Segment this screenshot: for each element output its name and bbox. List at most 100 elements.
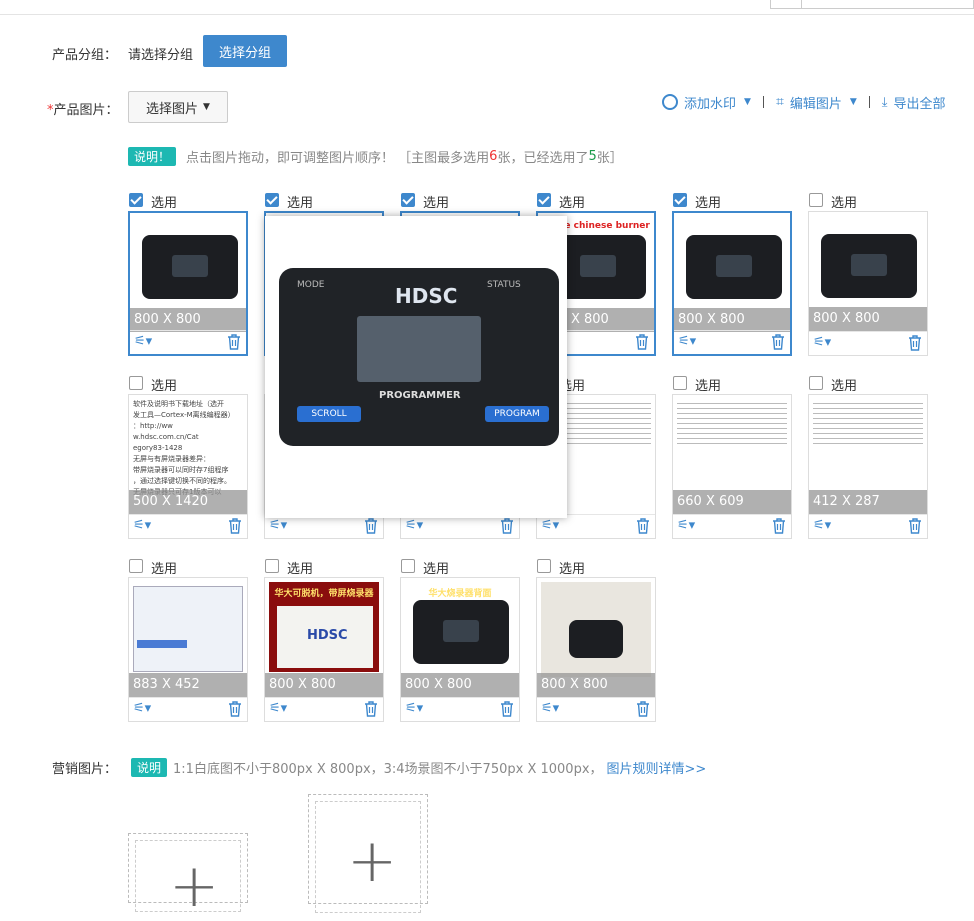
image-rules-link[interactable]: 图片规则详情>>: [607, 758, 707, 777]
select-label: 选用: [559, 562, 586, 577]
magic-wand-icon[interactable]: ⚟▾: [133, 701, 151, 716]
select-label: 选用: [831, 379, 858, 394]
image-thumbnail[interactable]: 800 X 800 ⚟▾: [128, 211, 248, 356]
thumbnail-actions: ⚟▾: [673, 514, 791, 538]
marketing-text: 1:1白底图不小于800px X 800px，3:4场景图不小于750px X …: [173, 762, 603, 777]
thumbnail-actions: ⚟▾: [674, 330, 790, 354]
magic-wand-icon[interactable]: ⚟▾: [405, 518, 423, 533]
select-label: 选用: [287, 562, 314, 577]
select-checkbox[interactable]: [129, 193, 143, 207]
export-all-button[interactable]: 导出全部: [894, 93, 946, 112]
image-dimensions: 800 X 800: [401, 673, 519, 697]
trash-icon[interactable]: [771, 334, 785, 350]
product-photo: [813, 216, 923, 306]
image-thumbnail[interactable]: 883 X 452 ⚟▾: [128, 577, 248, 722]
doc-line: 带屏烧录器可以同时存7组程序: [133, 466, 229, 474]
select-images-button[interactable]: 选择图片 ▼: [128, 91, 228, 123]
select-label: 选用: [831, 196, 858, 211]
image-dimensions: 660 X 609: [673, 490, 791, 514]
add-scene-image-button[interactable]: +: [308, 794, 428, 913]
device-status-label: STATUS: [487, 280, 521, 290]
trash-icon[interactable]: [635, 334, 649, 350]
magic-wand-icon[interactable]: ⚟▾: [269, 701, 287, 716]
doc-line: egory83-1428: [133, 444, 183, 452]
doc-line: ，通过选择键切换不同的程序。: [133, 477, 231, 485]
magic-wand-icon[interactable]: ⚟▾: [813, 335, 831, 350]
magic-wand-icon[interactable]: ⚟▾: [677, 518, 695, 533]
image-toolbar: 添加水印 ▼ ⌗ 编辑图片 ▼ ⤓ 导出全部: [662, 92, 946, 112]
image-thumbnail[interactable]: HDSC 华大可脱机，带屏烧录器 800 X 800 ⚟▾: [264, 577, 384, 722]
magic-wand-icon[interactable]: ⚟▾: [405, 701, 423, 716]
crop-icon: ⌗: [775, 94, 784, 110]
image-thumbnail[interactable]: 软件及说明书下载地址（选开 发工具—Cortex-M离线编程器） ：http://w…: [128, 394, 248, 539]
edit-image-button[interactable]: 编辑图片: [790, 93, 842, 112]
image-thumbnail[interactable]: 412 X 287 ⚟▾: [808, 394, 928, 539]
trash-icon[interactable]: [500, 701, 514, 717]
device-programmer-label: PROGRAMMER: [379, 390, 461, 401]
select-checkbox[interactable]: [401, 559, 415, 573]
select-checkbox[interactable]: [265, 193, 279, 207]
trash-icon[interactable]: [772, 518, 786, 534]
top-search-box[interactable]: [770, 0, 974, 9]
select-checkbox[interactable]: [673, 193, 687, 207]
hint-max: 6: [489, 149, 498, 164]
trash-icon[interactable]: [908, 335, 922, 351]
magic-wand-icon[interactable]: ⚟▾: [541, 701, 559, 716]
select-checkbox[interactable]: [673, 376, 687, 390]
select-checkbox[interactable]: [401, 193, 415, 207]
programmer-device-image: HDSC MODE STATUS PROGRAMMER SCROLL PROGR…: [279, 268, 559, 446]
image-dimensions: 800 X 800: [265, 673, 383, 697]
product-photo: [134, 217, 244, 307]
select-checkbox[interactable]: [537, 193, 551, 207]
select-group-button[interactable]: 选择分组: [203, 35, 287, 67]
select-checkbox[interactable]: [537, 559, 551, 573]
thumbnail-actions: ⚟▾: [129, 514, 247, 538]
trash-icon[interactable]: [364, 701, 378, 717]
image-caption: 华大可脱机，带屏烧录器: [274, 589, 374, 599]
magic-wand-icon[interactable]: ⚟▾: [133, 518, 151, 533]
trash-icon[interactable]: [227, 334, 241, 350]
trash-icon[interactable]: [228, 701, 242, 717]
magic-wand-icon[interactable]: ⚟▾: [134, 334, 152, 349]
toolbar-separator: [868, 96, 870, 108]
trash-icon[interactable]: [908, 518, 922, 534]
document-text-image: 软件及说明书下载地址（选开 发工具—Cortex-M离线编程器） ：http://w…: [129, 395, 239, 496]
select-label: 选用: [695, 379, 722, 394]
trash-icon[interactable]: [500, 518, 514, 534]
trash-icon[interactable]: [636, 701, 650, 717]
doc-line: 软件及说明书下载地址（选开: [133, 400, 224, 408]
plus-icon: +: [347, 826, 398, 896]
select-checkbox[interactable]: [809, 193, 823, 207]
thumbnail-actions: ⚟▾: [130, 330, 246, 354]
select-images-label: 选择图片: [146, 101, 199, 117]
magic-wand-icon[interactable]: ⚟▾: [678, 334, 696, 349]
device-scroll-button: SCROLL: [297, 406, 361, 422]
select-checkbox[interactable]: [129, 376, 143, 390]
image-dimensions: 800 X 800: [537, 673, 655, 697]
chevron-down-icon: ▼: [203, 102, 210, 112]
download-icon: ⤓: [881, 94, 888, 110]
image-thumbnail[interactable]: 800 X 800 ⚟▾: [808, 211, 928, 356]
device-program-button: PROGRAM: [485, 406, 549, 422]
image-thumbnail[interactable]: 660 X 609 ⚟▾: [672, 394, 792, 539]
trash-icon[interactable]: [228, 518, 242, 534]
select-label: 选用: [287, 196, 314, 211]
select-checkbox[interactable]: [265, 559, 279, 573]
select-checkbox[interactable]: [129, 559, 143, 573]
image-thumbnail[interactable]: 华大烧录器背面 800 X 800 ⚟▾: [400, 577, 520, 722]
magic-wand-icon[interactable]: ⚟▾: [813, 518, 831, 533]
watermark-button[interactable]: 添加水印: [684, 93, 736, 112]
magic-wand-icon[interactable]: ⚟▾: [541, 518, 559, 533]
select-checkbox[interactable]: [809, 376, 823, 390]
doc-line: ：http://ww: [133, 422, 173, 430]
trash-icon[interactable]: [364, 518, 378, 534]
toolbar-separator: [762, 96, 764, 108]
trash-icon[interactable]: [636, 518, 650, 534]
image-thumbnail[interactable]: 800 X 800 ⚟▾: [536, 577, 656, 722]
image-thumbnail[interactable]: 800 X 800 ⚟▾: [672, 211, 792, 356]
add-square-image-button[interactable]: +: [128, 833, 248, 916]
group-placeholder: 请选择分组: [128, 48, 194, 63]
magic-wand-icon[interactable]: ⚟▾: [269, 518, 287, 533]
images-label: *产品图片：: [47, 99, 119, 118]
image-dimensions: 800 X 800: [674, 308, 790, 332]
